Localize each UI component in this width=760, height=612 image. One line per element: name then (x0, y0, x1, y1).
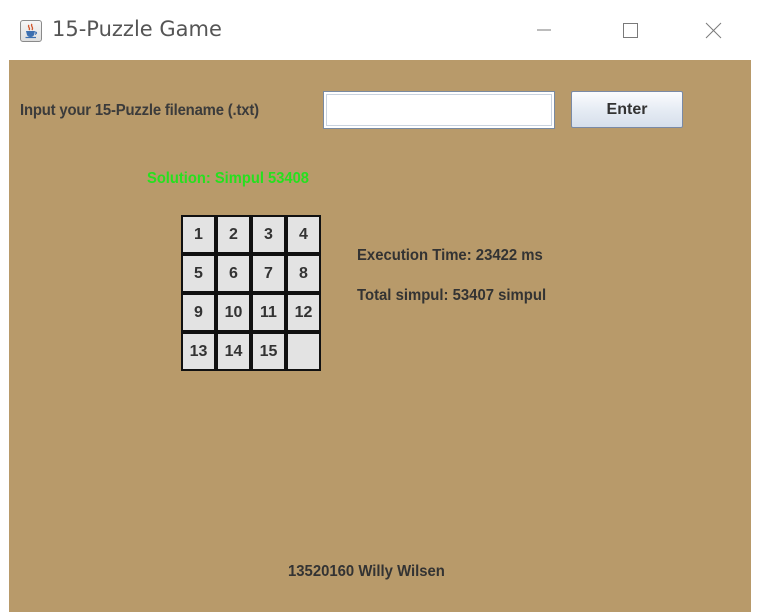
close-icon (705, 22, 722, 39)
main-panel: Input your 15-Puzzle filename (.txt) Ent… (9, 60, 751, 612)
puzzle-board: 1 2 3 4 5 6 7 8 9 10 11 12 13 14 15 (181, 215, 323, 373)
puzzle-tile: 1 (181, 215, 216, 254)
window-title: 15-Puzzle Game (52, 17, 222, 41)
solution-status: Solution: Simpul 53408 (147, 170, 309, 187)
puzzle-tile: 5 (181, 254, 216, 293)
puzzle-tile: 13 (181, 332, 216, 371)
puzzle-tile: 9 (181, 293, 216, 332)
puzzle-tile: 11 (251, 293, 286, 332)
app-window: 15-Puzzle Game Input your 15-Puzzle file… (0, 0, 760, 612)
puzzle-tile-empty (286, 332, 321, 371)
title-bar[interactable]: 15-Puzzle Game (0, 0, 760, 60)
enter-button[interactable]: Enter (571, 91, 683, 128)
puzzle-tile: 3 (251, 215, 286, 254)
puzzle-tile: 14 (216, 332, 251, 371)
filename-prompt-label: Input your 15-Puzzle filename (.txt) (20, 102, 259, 119)
maximize-button[interactable] (607, 12, 653, 48)
execution-time-label: Execution Time: 23422 ms (357, 247, 543, 264)
puzzle-tile: 12 (286, 293, 321, 332)
java-cup-icon (20, 20, 42, 42)
filename-input[interactable] (323, 91, 555, 129)
minimize-icon (537, 29, 551, 31)
total-simpul-label: Total simpul: 53407 simpul (357, 287, 547, 304)
puzzle-tile: 2 (216, 215, 251, 254)
author-footer: 13520160 Willy Wilsen (288, 563, 445, 580)
puzzle-tile: 10 (216, 293, 251, 332)
puzzle-tile: 6 (216, 254, 251, 293)
puzzle-tile: 4 (286, 215, 321, 254)
close-button[interactable] (690, 12, 736, 48)
maximize-icon (623, 23, 638, 38)
puzzle-tile: 8 (286, 254, 321, 293)
puzzle-tile: 15 (251, 332, 286, 371)
minimize-button[interactable] (521, 12, 567, 48)
puzzle-tile: 7 (251, 254, 286, 293)
